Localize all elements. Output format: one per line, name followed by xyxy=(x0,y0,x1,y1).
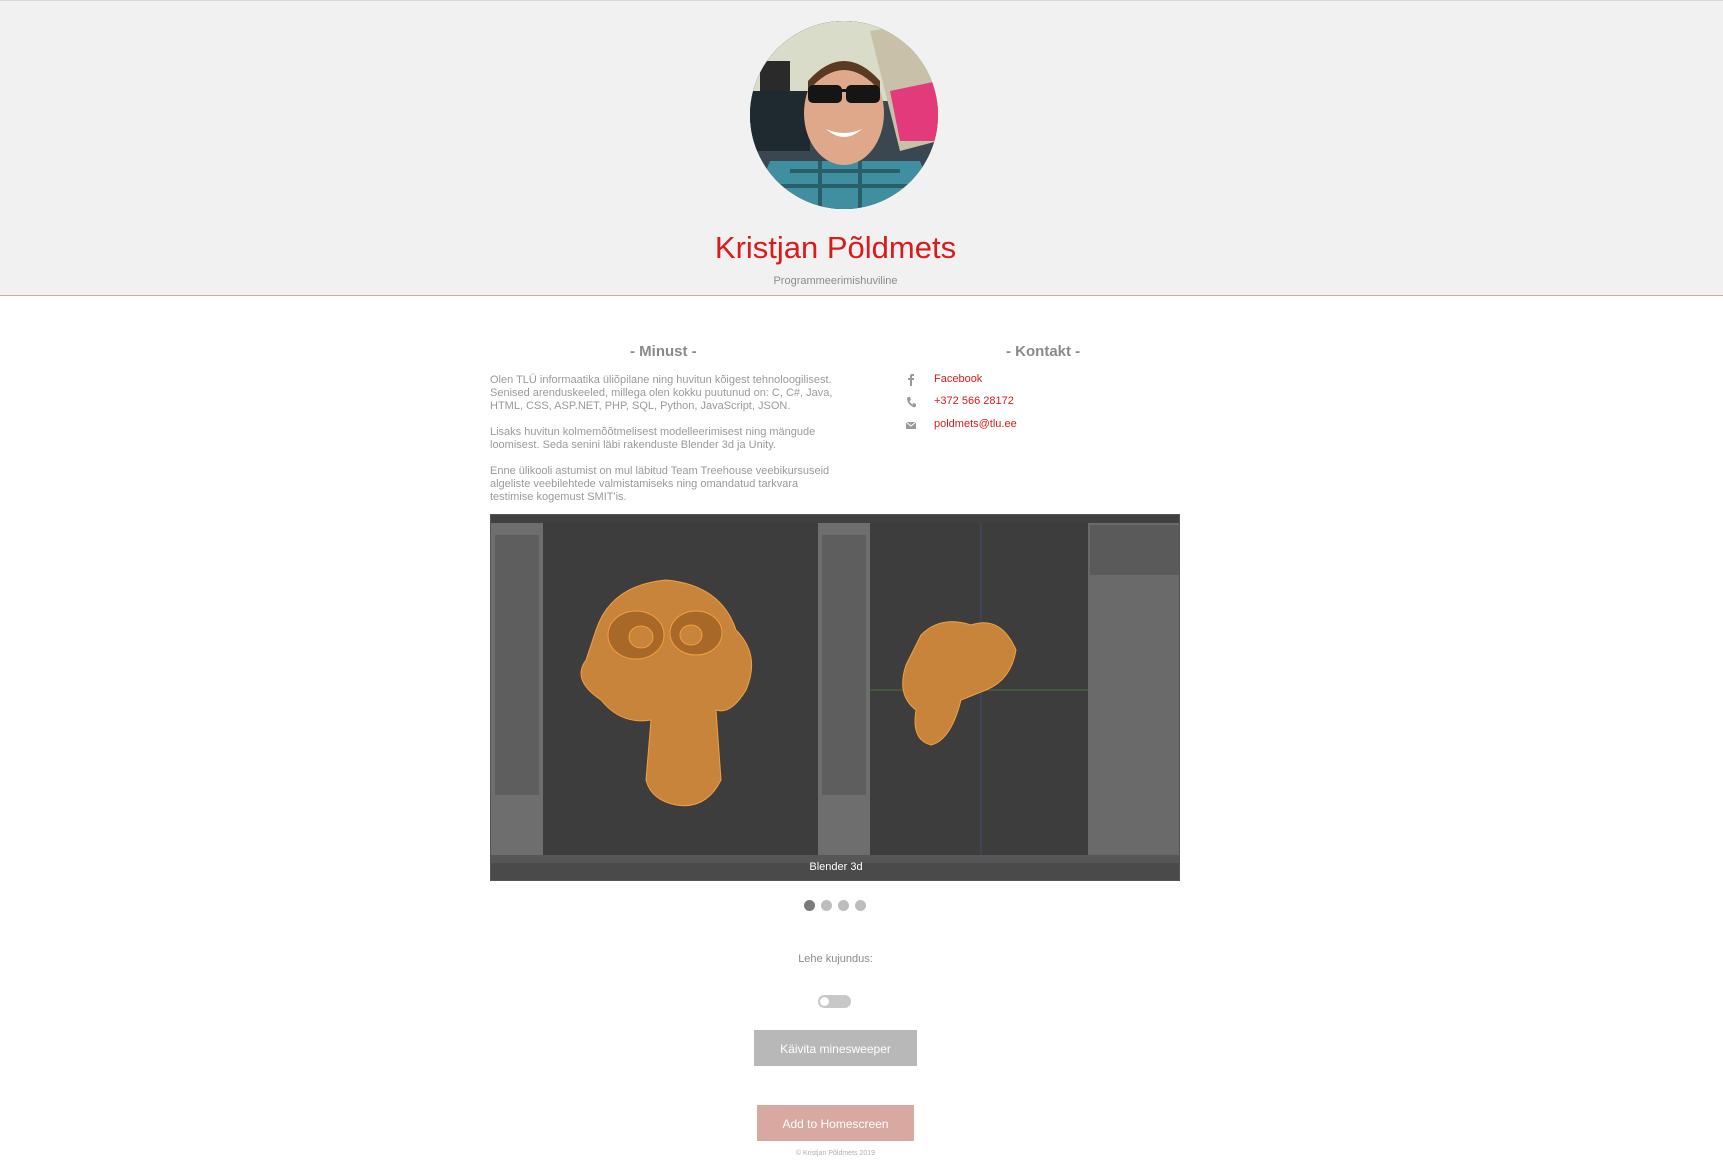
toggle-knob xyxy=(820,997,829,1006)
about-paragraph: Enne ülikooli astumist on mul läbitud Te… xyxy=(490,465,830,503)
profile-header: Kristjan Põldmets Programmeerimishuvilin… xyxy=(0,0,1723,296)
slide-caption: Blender 3d xyxy=(809,861,863,873)
about-paragraph: Olen TLÜ informaatika üliõpilane ning hu… xyxy=(490,374,833,412)
profile-name: Kristjan Põldmets xyxy=(714,230,957,265)
slider-dot-2[interactable] xyxy=(821,900,832,911)
about-title: - Minust - xyxy=(630,343,697,360)
slide-image-blender xyxy=(491,515,1179,880)
about-text: Olen TLÜ informaatika üliõpilane ning hu… xyxy=(490,374,840,517)
contact-title: - Kontakt - xyxy=(1006,343,1081,360)
email-link[interactable]: poldmets@tlu.ee xyxy=(934,418,1017,430)
facebook-link[interactable]: Facebook xyxy=(934,373,982,385)
phone-icon xyxy=(906,396,916,408)
slider-dot-4[interactable] xyxy=(855,900,866,911)
add-to-homescreen-button[interactable]: Add to Homescreen xyxy=(757,1105,914,1141)
phone-link[interactable]: +372 566 28172 xyxy=(934,395,1014,407)
email-icon xyxy=(905,419,917,431)
design-label: Lehe kujundus: xyxy=(798,953,873,965)
slider-dot-3[interactable] xyxy=(838,900,849,911)
footer-copyright: © Kristjan Põldmets 2019 xyxy=(795,1150,876,1157)
design-toggle[interactable] xyxy=(818,995,851,1008)
avatar-photo xyxy=(750,21,938,209)
minesweeper-button[interactable]: Käivita minesweeper xyxy=(754,1030,917,1066)
profile-avatar xyxy=(750,21,938,209)
profile-subtitle: Programmeerimishuviline xyxy=(773,275,898,287)
image-slider[interactable]: Blender 3d xyxy=(490,514,1180,881)
slider-dot-1[interactable] xyxy=(804,900,815,911)
about-paragraph: Lisaks huvitun kolmemõõtmelisest modelle… xyxy=(490,426,816,451)
facebook-icon xyxy=(906,374,916,386)
